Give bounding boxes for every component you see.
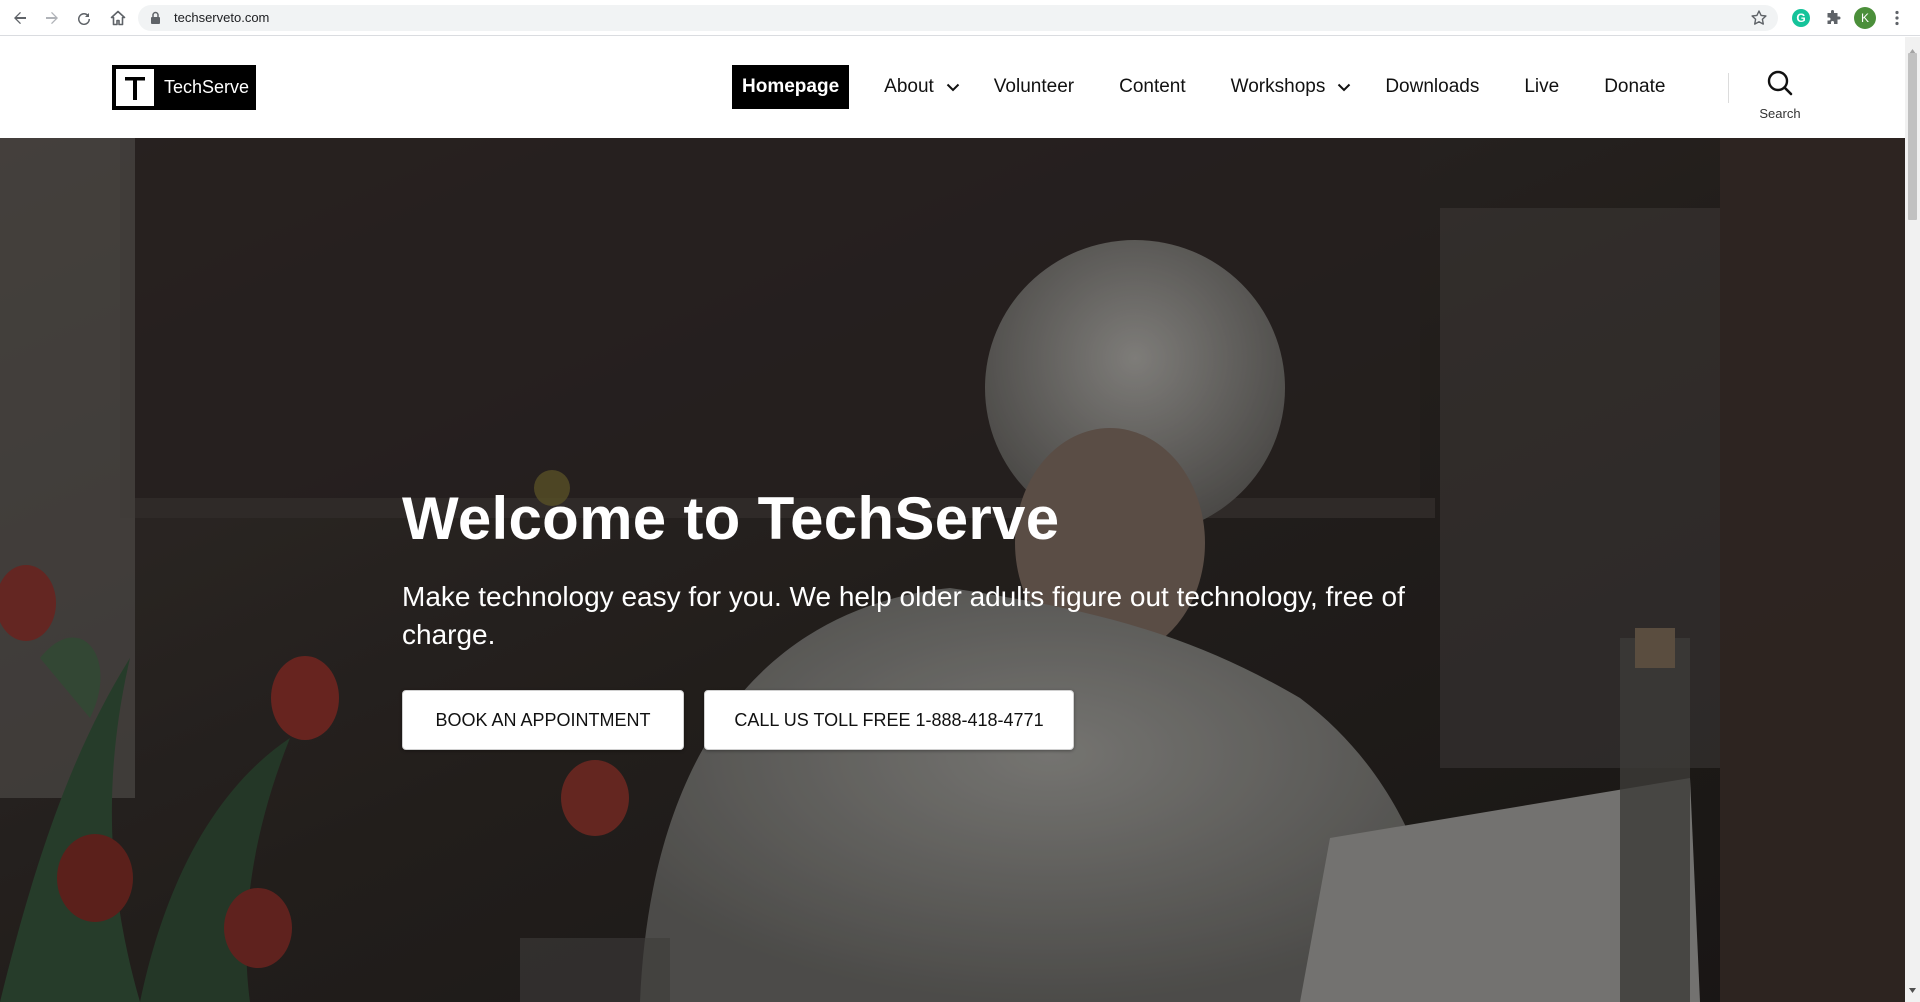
nav-label: Workshops bbox=[1230, 76, 1326, 97]
hero-subtitle: Make technology easy for you. We help ol… bbox=[402, 581, 1405, 650]
nav-item-volunteer[interactable]: Volunteer bbox=[994, 65, 1074, 109]
hero-title: Welcome to TechServe bbox=[402, 485, 1060, 552]
hero-buttons: BOOK AN APPOINTMENT CALL US TOLL FREE 1-… bbox=[402, 690, 1522, 750]
nav-item-about[interactable]: About bbox=[884, 65, 960, 109]
site-name: TechServe bbox=[164, 77, 250, 97]
primary-nav: Homepage About Volunteer Content Worksho… bbox=[732, 65, 1665, 109]
nav-label: Content bbox=[1119, 76, 1186, 97]
forward-icon[interactable] bbox=[40, 6, 64, 30]
site-header: TechServe Homepage About Volunteer Conte… bbox=[0, 37, 1905, 138]
chevron-down-icon[interactable] bbox=[1337, 83, 1351, 92]
back-icon[interactable] bbox=[8, 6, 32, 30]
browser-toolbar: techserveto.com G K bbox=[0, 0, 1920, 36]
nav-item-donate[interactable]: Donate bbox=[1604, 65, 1665, 109]
profile-avatar[interactable]: K bbox=[1854, 7, 1876, 29]
hero-content: Welcome to TechServe Make technology eas… bbox=[402, 486, 1522, 750]
book-appointment-button[interactable]: BOOK AN APPOINTMENT bbox=[402, 690, 684, 750]
nav-label: Downloads bbox=[1385, 76, 1480, 97]
nav-label: Donate bbox=[1604, 76, 1666, 97]
nav-item-content[interactable]: Content bbox=[1119, 65, 1186, 109]
url-text: techserveto.com bbox=[174, 10, 270, 25]
extensions-puzzle-icon[interactable] bbox=[1822, 7, 1844, 29]
lock-icon bbox=[150, 11, 161, 30]
nav-item-workshops[interactable]: Workshops bbox=[1231, 65, 1352, 109]
search-button[interactable]: Search bbox=[1755, 69, 1805, 129]
grammarly-extension-icon[interactable]: G bbox=[1790, 7, 1812, 29]
site-logo[interactable]: TechServe bbox=[112, 65, 256, 110]
page-scrollbar[interactable] bbox=[1905, 37, 1920, 1002]
search-label: Search bbox=[1759, 106, 1801, 121]
home-icon[interactable] bbox=[106, 6, 130, 30]
chevron-down-icon[interactable] bbox=[946, 83, 960, 92]
address-bar[interactable]: techserveto.com bbox=[138, 5, 1778, 31]
logo-mark bbox=[114, 67, 156, 108]
nav-label: About bbox=[884, 76, 934, 97]
nav-label: Live bbox=[1524, 76, 1560, 97]
call-toll-free-button[interactable]: CALL US TOLL FREE 1-888-418-4771 bbox=[704, 690, 1074, 750]
browser-menu-icon[interactable] bbox=[1886, 7, 1908, 29]
nav-label: Volunteer bbox=[993, 76, 1075, 97]
nav-item-homepage[interactable]: Homepage bbox=[732, 65, 850, 109]
bookmark-star-icon[interactable] bbox=[1750, 9, 1768, 32]
scroll-thumb[interactable] bbox=[1908, 53, 1917, 220]
reload-icon[interactable] bbox=[72, 6, 96, 30]
scroll-down-arrow-icon[interactable] bbox=[1909, 980, 1916, 998]
nav-item-downloads[interactable]: Downloads bbox=[1385, 65, 1479, 109]
nav-label: Homepage bbox=[742, 76, 840, 97]
hero-section: Welcome to TechServe Make technology eas… bbox=[0, 138, 1905, 1002]
search-icon bbox=[1766, 69, 1794, 100]
nav-item-live[interactable]: Live bbox=[1524, 65, 1559, 109]
nav-divider bbox=[1728, 73, 1729, 103]
